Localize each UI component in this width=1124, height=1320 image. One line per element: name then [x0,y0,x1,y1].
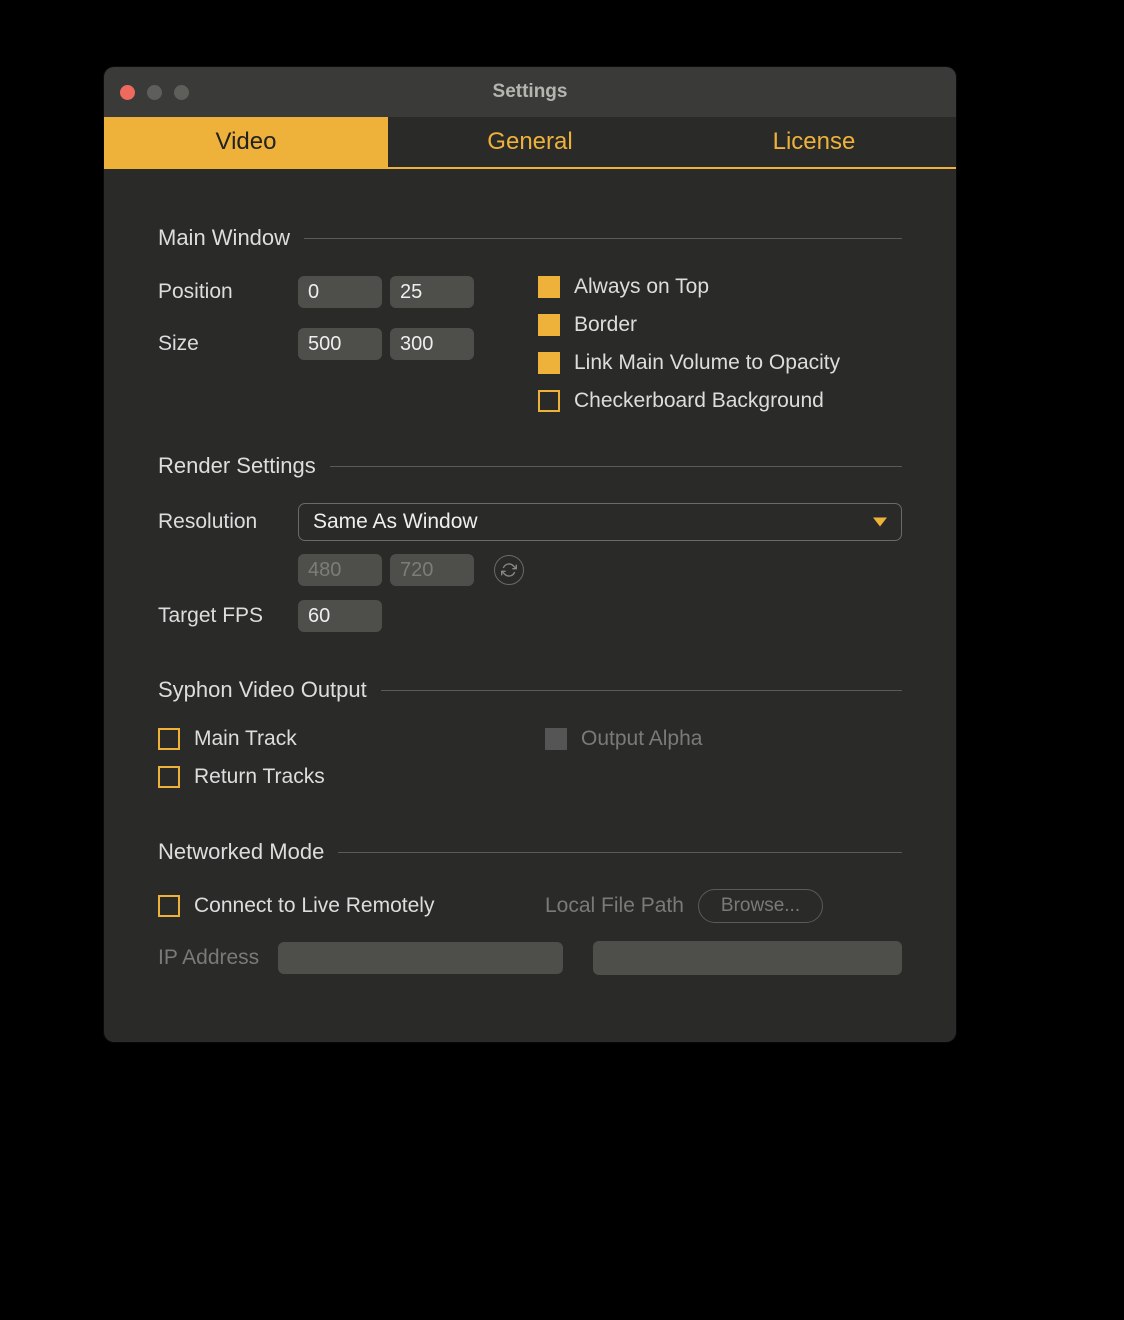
border-label: Border [574,313,637,337]
link-volume-label: Link Main Volume to Opacity [574,351,840,375]
tab-general[interactable]: General [388,117,672,167]
ip-address-input[interactable] [278,942,563,974]
size-label: Size [158,332,298,356]
section-syphon: Syphon Video Output Main Track Return Tr… [158,677,902,803]
res-height-input [390,554,474,586]
position-y-input[interactable] [390,276,474,308]
tab-bar: Video General License [104,117,956,169]
resolution-label: Resolution [158,510,298,534]
link-volume-checkbox[interactable] [538,352,560,374]
divider [338,852,902,853]
window-controls [104,85,189,100]
divider [304,238,902,239]
ip-address-label: IP Address [158,946,278,970]
window-titlebar: Settings [104,67,956,117]
border-checkbox[interactable] [538,314,560,336]
close-icon[interactable] [120,85,135,100]
section-title-render: Render Settings [158,453,316,479]
main-track-checkbox[interactable] [158,728,180,750]
content-area: Main Window Position Size [104,169,956,1015]
fps-label: Target FPS [158,604,298,628]
chevron-down-icon [873,518,887,527]
settings-window: Settings Video General License Main Wind… [104,67,956,1042]
section-render-settings: Render Settings Resolution Same As Windo… [158,453,902,633]
return-tracks-checkbox[interactable] [158,766,180,788]
refresh-icon[interactable] [494,555,524,585]
tab-video[interactable]: Video [104,117,388,167]
section-networked: Networked Mode Connect to Live Remotely … [158,839,902,975]
section-title-networked: Networked Mode [158,839,324,865]
section-title-main-window: Main Window [158,225,290,251]
checkerboard-label: Checkerboard Background [574,389,824,413]
size-height-input[interactable] [390,328,474,360]
divider [381,690,902,691]
connect-remote-checkbox[interactable] [158,895,180,917]
always-on-top-checkbox[interactable] [538,276,560,298]
position-label: Position [158,280,298,304]
section-title-syphon: Syphon Video Output [158,677,367,703]
local-path-input[interactable] [593,941,902,975]
output-alpha-checkbox [545,728,567,750]
minimize-icon[interactable] [147,85,162,100]
always-on-top-label: Always on Top [574,275,709,299]
position-x-input[interactable] [298,276,382,308]
resolution-value: Same As Window [313,510,478,534]
connect-remote-label: Connect to Live Remotely [194,894,434,918]
res-width-input [298,554,382,586]
zoom-icon[interactable] [174,85,189,100]
checkerboard-checkbox[interactable] [538,390,560,412]
resolution-select[interactable]: Same As Window [298,503,902,541]
fps-input[interactable] [298,600,382,632]
tab-license[interactable]: License [672,117,956,167]
local-path-label: Local File Path [545,894,684,918]
browse-button[interactable]: Browse... [698,889,823,923]
size-width-input[interactable] [298,328,382,360]
divider [330,466,902,467]
return-tracks-label: Return Tracks [194,765,325,789]
output-alpha-label: Output Alpha [581,727,702,751]
section-main-window: Main Window Position Size [158,225,902,427]
window-title: Settings [104,81,956,103]
main-track-label: Main Track [194,727,297,751]
